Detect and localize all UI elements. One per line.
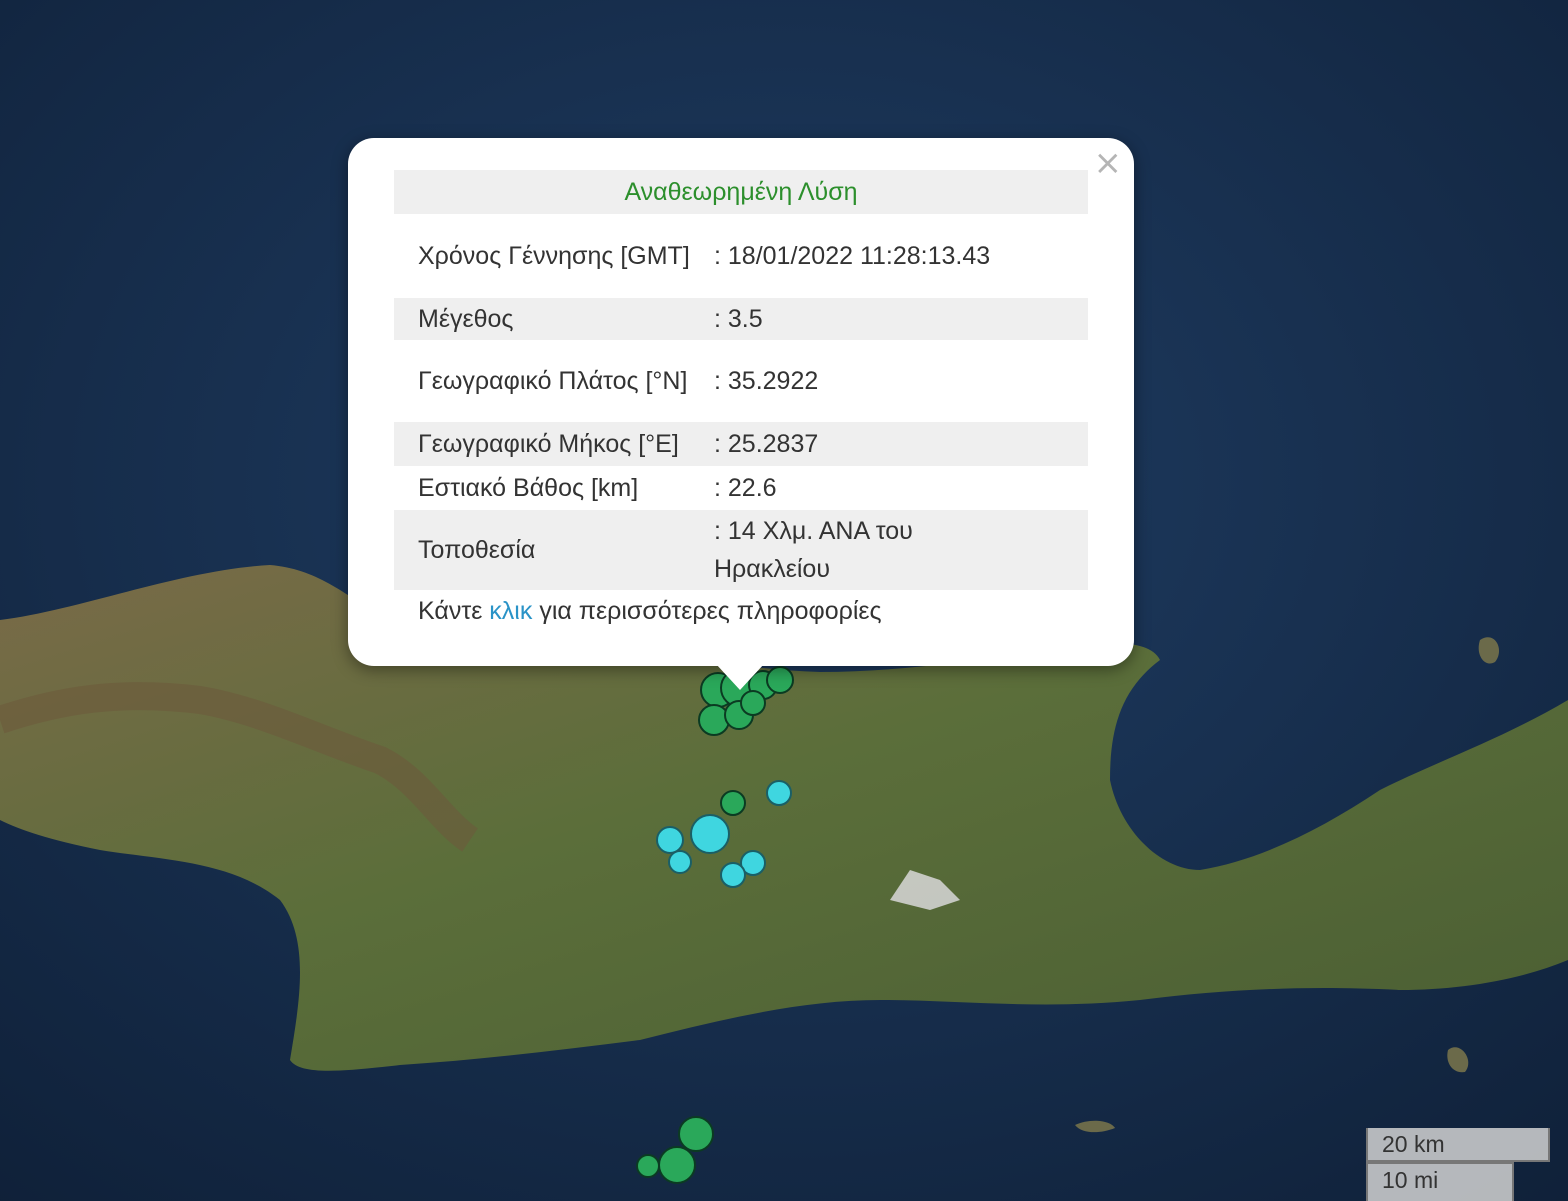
row-value: : 22.6	[714, 474, 777, 502]
earthquake-marker[interactable]	[690, 814, 730, 854]
info-row-latitude: Γεωγραφικό Πλάτος [°N] : 35.2922	[394, 340, 1088, 422]
row-value: : 3.5	[714, 305, 763, 333]
earthquake-marker[interactable]	[766, 780, 792, 806]
more-info-link[interactable]: κλικ	[489, 597, 532, 625]
row-label: Γεωγραφικό Πλάτος [°N]	[418, 367, 688, 395]
info-row-origin-time: Χρόνος Γέννησης [GMT] : 18/01/2022 11:28…	[394, 214, 1088, 298]
row-label: Μέγεθος	[418, 305, 514, 333]
scale-control: 20 km 10 mi	[1366, 1128, 1550, 1201]
earthquake-info-popup: × Αναθεωρημένη Λύση Χρόνος Γέννησης [GMT…	[348, 138, 1134, 666]
row-value: : 25.2837	[714, 430, 819, 458]
scale-metric: 20 km	[1366, 1128, 1550, 1162]
earthquake-marker[interactable]	[658, 1146, 696, 1184]
info-row-magnitude: Μέγεθος : 3.5	[394, 298, 1088, 340]
row-value: : 14 Χλμ. ΑΝΑ του Ηρακλείου	[714, 517, 913, 583]
earthquake-marker[interactable]	[720, 790, 746, 816]
close-icon[interactable]: ×	[1094, 146, 1123, 180]
row-label: Εστιακό Βάθος [km]	[418, 474, 639, 502]
earthquake-marker[interactable]	[668, 850, 692, 874]
earthquake-marker[interactable]	[720, 862, 746, 888]
earthquake-marker[interactable]	[636, 1154, 660, 1178]
info-row-longitude: Γεωγραφικό Μήκος [°E] : 25.2837	[394, 422, 1088, 466]
popup-title: Αναθεωρημένη Λύση	[394, 170, 1088, 214]
row-value: : 35.2922	[714, 367, 819, 395]
scale-imperial: 10 mi	[1366, 1162, 1514, 1201]
row-label: Τοποθεσία	[418, 536, 536, 564]
row-label: Χρόνος Γέννησης [GMT]	[418, 242, 690, 270]
earthquake-marker[interactable]	[766, 666, 794, 694]
map-view[interactable]: × Αναθεωρημένη Λύση Χρόνος Γέννησης [GMT…	[0, 0, 1568, 1201]
info-row-location: Τοποθεσία : 14 Χλμ. ΑΝΑ του Ηρακλείου	[394, 510, 1088, 590]
info-table: Αναθεωρημένη Λύση Χρόνος Γέννησης [GMT] …	[394, 170, 1088, 632]
footer-prefix: Κάντε	[418, 597, 483, 625]
info-footer: Κάντε κλικ για περισσότερες πληροφορίες	[394, 590, 1088, 632]
earthquake-marker[interactable]	[740, 690, 766, 716]
popup-tip	[716, 664, 764, 690]
row-label: Γεωγραφικό Μήκος [°E]	[418, 430, 679, 458]
info-row-depth: Εστιακό Βάθος [km] : 22.6	[394, 466, 1088, 510]
footer-suffix: για περισσότερες πληροφορίες	[539, 597, 882, 625]
row-value: : 18/01/2022 11:28:13.43	[714, 242, 991, 270]
